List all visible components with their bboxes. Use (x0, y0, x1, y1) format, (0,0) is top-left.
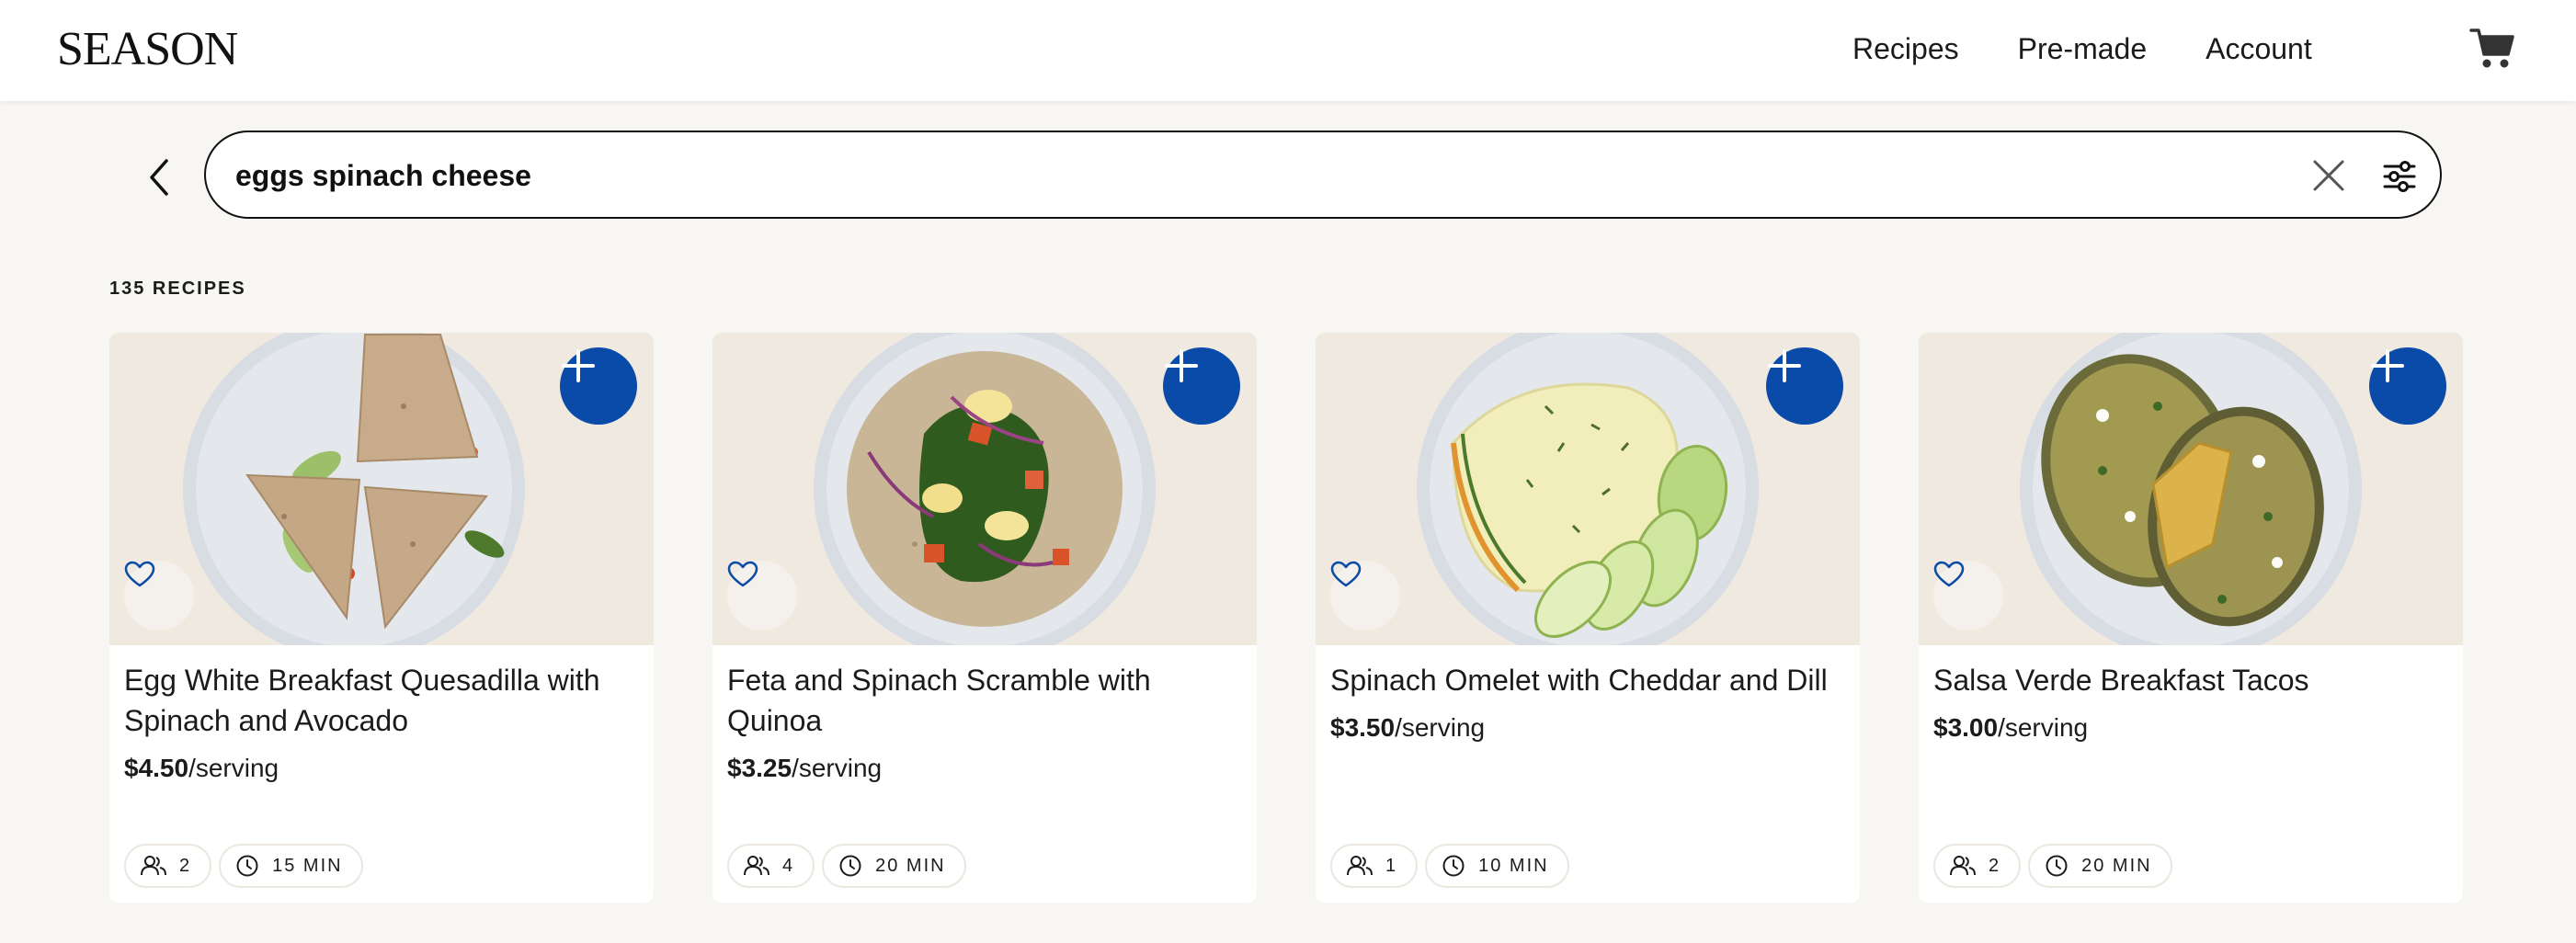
time-pill: 15 MIN (219, 844, 363, 888)
servings-pill: 2 (124, 844, 212, 888)
servings-pill: 2 (1933, 844, 2022, 888)
plus-icon (1165, 349, 1198, 382)
favorite-button[interactable] (124, 561, 194, 631)
price-value: $4.50 (124, 754, 189, 782)
recipe-title[interactable]: Egg White Breakfast Quesadilla with Spin… (124, 660, 644, 741)
recipe-image[interactable] (1316, 333, 1860, 645)
time-pill: 20 MIN (2028, 844, 2172, 888)
prep-time: 10 MIN (1478, 855, 1549, 876)
servings-pill: 1 (1330, 844, 1419, 888)
price-unit: /serving (792, 754, 883, 782)
price-per-serving: $3.25/serving (727, 754, 882, 783)
recipe-meta: 4 20 MIN (727, 844, 974, 888)
people-icon (1950, 856, 1976, 876)
recipe-image[interactable] (712, 333, 1257, 645)
plus-icon (562, 349, 595, 382)
favorite-button[interactable] (727, 561, 797, 631)
prep-time: 20 MIN (2081, 855, 2152, 876)
recipe-card[interactable]: Egg White Breakfast Quesadilla with Spin… (109, 333, 654, 903)
price-per-serving: $3.00/serving (1933, 713, 2088, 743)
people-icon (1347, 856, 1373, 876)
season-logo[interactable]: SEASON (57, 22, 238, 77)
heart-icon (1933, 561, 1965, 587)
servings-count: 4 (782, 855, 795, 876)
nav-premade-link[interactable]: Pre-made (2018, 28, 2148, 70)
price-unit: /serving (1998, 713, 2089, 742)
recipe-card[interactable]: Feta and Spinach Scramble with Quinoa $3… (712, 333, 1257, 903)
clock-icon (1442, 855, 1465, 877)
servings-count: 2 (1989, 855, 2001, 876)
recipe-card[interactable]: Spinach Omelet with Cheddar and Dill $3.… (1316, 333, 1860, 903)
price-unit: /serving (1395, 713, 1486, 742)
cart-icon[interactable] (2469, 25, 2515, 71)
plus-icon (2371, 349, 2404, 382)
recipe-image[interactable] (1919, 333, 2463, 645)
recipe-meta: 2 20 MIN (1933, 844, 2180, 888)
filter-sliders-icon[interactable] (2381, 158, 2418, 195)
add-to-cart-button[interactable] (560, 347, 637, 425)
search-input[interactable] (235, 153, 2240, 199)
heart-icon (124, 561, 155, 587)
servings-count: 2 (179, 855, 192, 876)
time-pill: 20 MIN (822, 844, 966, 888)
clock-icon (236, 855, 258, 877)
plus-icon (1768, 349, 1801, 382)
price-value: $3.50 (1330, 713, 1396, 742)
favorite-button[interactable] (1933, 561, 2003, 631)
price-value: $3.00 (1933, 713, 1999, 742)
favorite-button[interactable] (1330, 561, 1400, 631)
time-pill: 10 MIN (1425, 844, 1569, 888)
nav-recipes-link[interactable]: Recipes (1852, 28, 1959, 70)
results-count: 135 RECIPES (109, 278, 246, 299)
price-per-serving: $4.50/serving (124, 754, 279, 783)
recipe-title[interactable]: Feta and Spinach Scramble with Quinoa (727, 660, 1248, 741)
nav-account-link[interactable]: Account (2206, 28, 2312, 70)
recipe-meta: 2 15 MIN (124, 844, 370, 888)
back-chevron-icon[interactable] (142, 155, 176, 199)
clock-icon (839, 855, 861, 877)
prep-time: 20 MIN (875, 855, 946, 876)
search-bar (204, 131, 2442, 219)
main-nav: Recipes Pre-made Account (1852, 28, 2371, 70)
prep-time: 15 MIN (272, 855, 343, 876)
recipe-title[interactable]: Salsa Verde Breakfast Tacos (1933, 660, 2454, 700)
price-per-serving: $3.50/serving (1330, 713, 1485, 743)
clear-search-icon[interactable] (2311, 158, 2346, 193)
recipe-card[interactable]: Salsa Verde Breakfast Tacos $3.00/servin… (1919, 333, 2463, 903)
clock-icon (2046, 855, 2068, 877)
price-unit: /serving (188, 754, 279, 782)
servings-count: 1 (1385, 855, 1398, 876)
price-value: $3.25 (727, 754, 792, 782)
people-icon (744, 856, 769, 876)
recipe-title[interactable]: Spinach Omelet with Cheddar and Dill (1330, 660, 1851, 700)
recipe-image[interactable] (109, 333, 654, 645)
heart-icon (1330, 561, 1362, 587)
people-icon (141, 856, 166, 876)
add-to-cart-button[interactable] (1163, 347, 1240, 425)
servings-pill: 4 (727, 844, 815, 888)
recipe-meta: 1 10 MIN (1330, 844, 1577, 888)
top-navigation-bar: SEASON Recipes Pre-made Account (0, 0, 2576, 101)
heart-icon (727, 561, 758, 587)
add-to-cart-button[interactable] (2369, 347, 2446, 425)
add-to-cart-button[interactable] (1766, 347, 1843, 425)
